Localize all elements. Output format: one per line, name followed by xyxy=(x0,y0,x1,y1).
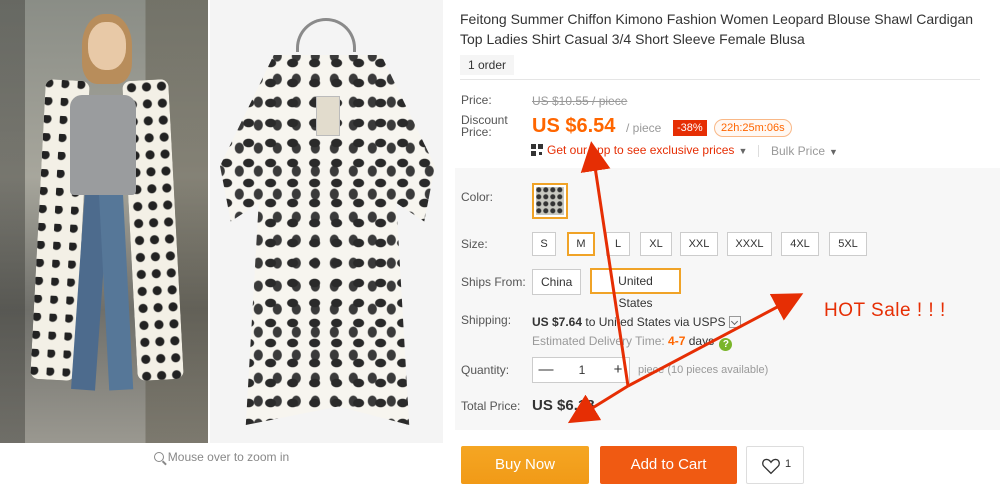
delivery-days-unit: days xyxy=(688,334,715,348)
delivery-label: Estimated Delivery Time: xyxy=(532,334,665,348)
quantity-plus-button[interactable]: + xyxy=(605,358,631,382)
discount-price: US $6.54 xyxy=(532,115,616,137)
gray-tshirt xyxy=(70,95,136,195)
chevron-down-icon: ▼ xyxy=(738,146,748,156)
original-price: US $10.55 / piece xyxy=(532,94,628,108)
quantity-availability: piece (10 pieces available) xyxy=(638,364,769,376)
help-icon[interactable]: ? xyxy=(719,338,733,351)
chevron-down-icon: ▼ xyxy=(829,147,838,157)
product-image-garment[interactable] xyxy=(210,0,443,443)
product-title: Feitong Summer Chiffon Kimono Fashion Wo… xyxy=(460,11,974,47)
size-option-4xl[interactable]: 4XL xyxy=(781,232,819,256)
garment-label xyxy=(316,96,340,136)
sku-panel: Color: Size: S M L XL XXL XXXL 4XL 5XL S… xyxy=(455,168,1000,430)
size-option-m[interactable]: M xyxy=(567,232,595,256)
divider xyxy=(460,79,980,80)
shipping-cost[interactable]: US $7.64 to United States via USPS xyxy=(532,315,742,329)
quantity-input[interactable]: 1 xyxy=(559,358,605,382)
zoom-hint-text: Mouse over to zoom in xyxy=(167,450,290,464)
size-option-xxl[interactable]: XXL xyxy=(680,232,718,256)
size-option-xxxl[interactable]: XXXL xyxy=(727,232,772,256)
discount-badge: -38% xyxy=(673,120,707,136)
quantity-minus-button[interactable]: — xyxy=(533,358,559,382)
ships-from-united-states[interactable]: United States xyxy=(590,268,681,310)
size-option-5xl[interactable]: 5XL xyxy=(829,232,867,256)
hot-sale-annotation: HOT Sale ! ! ! xyxy=(824,300,946,321)
add-to-cart-button[interactable]: Add to Cart xyxy=(600,446,737,484)
size-option-l[interactable]: L xyxy=(606,232,630,256)
head xyxy=(88,22,126,70)
separator xyxy=(758,145,759,157)
size-label: Size: xyxy=(461,237,488,251)
discount-label-line2: Price: xyxy=(461,125,492,139)
total-price-label: Total Price: xyxy=(461,399,521,413)
product-image-model[interactable] xyxy=(0,0,208,443)
magnifier-icon xyxy=(153,452,164,462)
app-promo-link[interactable]: Get our app to see exclusive prices ▼ xyxy=(531,143,747,157)
bulk-price-text: Bulk Price xyxy=(771,144,826,158)
color-thumbnail xyxy=(536,187,564,215)
shipping-price: US $7.64 xyxy=(532,315,583,329)
color-label: Color: xyxy=(461,190,494,204)
heart-icon xyxy=(762,458,780,475)
shipping-label: Shipping: xyxy=(461,313,512,327)
color-option[interactable] xyxy=(532,183,568,219)
product-gallery[interactable] xyxy=(0,0,443,443)
price-label: Price: xyxy=(461,93,492,107)
quantity-label: Quantity: xyxy=(461,363,510,377)
app-promo-text: Get our app to see exclusive prices xyxy=(547,143,735,157)
total-price: US $6.18 xyxy=(532,397,595,414)
quantity-stepper: — 1 + xyxy=(532,357,630,383)
delivery-days: 4-7 xyxy=(668,334,686,348)
zoom-hint: Mouse over to zoom in xyxy=(0,445,443,469)
ships-from-label: Ships From: xyxy=(461,275,526,289)
size-option-s[interactable]: S xyxy=(532,232,556,256)
size-option-xl[interactable]: XL xyxy=(640,232,672,256)
hanger xyxy=(296,18,356,52)
wishlist-count: 1 xyxy=(785,458,792,470)
bulk-price-dropdown[interactable]: Bulk Price ▼ xyxy=(771,144,838,158)
countdown-timer: 22h:25m:06s xyxy=(714,119,792,137)
shipping-dropdown-icon[interactable] xyxy=(729,316,742,328)
order-count: 1 order xyxy=(460,55,515,75)
wishlist-button[interactable]: 1 xyxy=(746,446,804,484)
ships-from-china[interactable]: China xyxy=(532,269,582,295)
per-piece-unit: / piece xyxy=(626,121,662,135)
shipping-destination: to United States via USPS xyxy=(585,315,726,329)
delivery-estimate: Estimated Delivery Time: 4-7 days ? xyxy=(532,334,733,351)
buy-now-button[interactable]: Buy Now xyxy=(461,446,589,484)
qr-code-icon xyxy=(531,144,543,156)
